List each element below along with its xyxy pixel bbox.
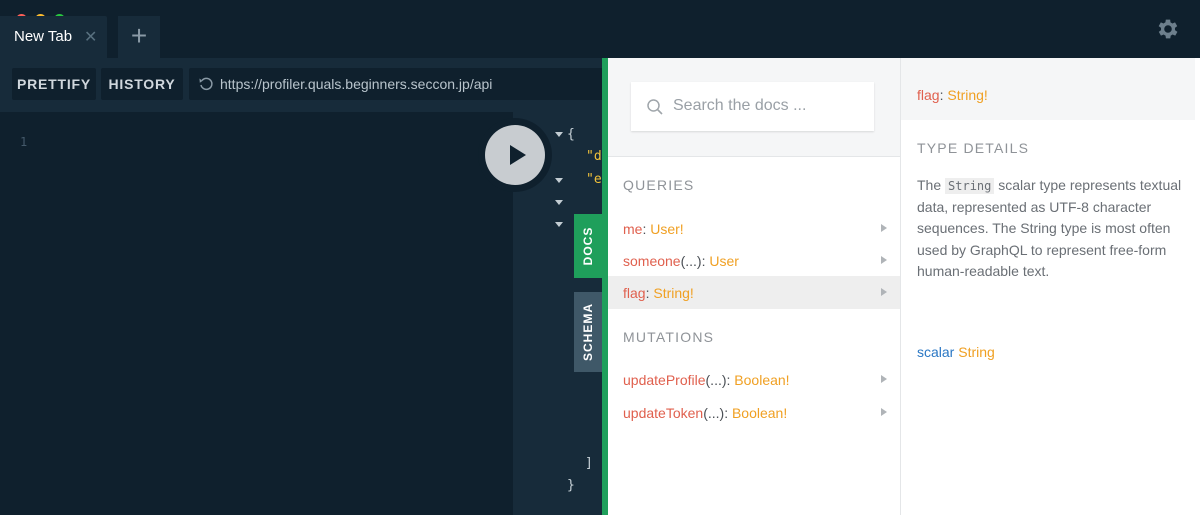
scalar-name: String bbox=[958, 344, 995, 360]
detail-field-name: flag bbox=[917, 87, 940, 103]
desc-code: String bbox=[945, 178, 995, 194]
docs-explorer: Search the docs ... QUERIES me: User! so… bbox=[608, 58, 900, 515]
list-item-query-me[interactable]: me: User! bbox=[608, 212, 900, 245]
tab-schema[interactable]: SCHEMA bbox=[574, 292, 602, 372]
field-type[interactable]: User! bbox=[650, 221, 683, 237]
chevron-right-icon bbox=[881, 256, 887, 264]
chevron-right-icon bbox=[881, 224, 887, 232]
queries-section-title: QUERIES bbox=[623, 177, 695, 193]
field-type[interactable]: String! bbox=[653, 285, 693, 301]
tab-new-tab[interactable]: New Tab ✕ bbox=[0, 16, 107, 58]
field-signature: flag: String! bbox=[623, 285, 694, 301]
gear-icon[interactable] bbox=[1155, 16, 1181, 42]
docs-search-input[interactable]: Search the docs ... bbox=[631, 82, 874, 131]
field-args: (...) bbox=[703, 405, 725, 421]
detail-breadcrumb: flag: String! bbox=[901, 58, 1195, 120]
fold-arrow-icon[interactable] bbox=[555, 132, 563, 137]
chevron-right-icon bbox=[881, 375, 887, 383]
field-signature: updateProfile(...): Boolean! bbox=[623, 372, 790, 388]
chevron-right-icon bbox=[881, 408, 887, 416]
add-tab-button[interactable]: + bbox=[118, 16, 160, 58]
field-colon: : bbox=[724, 405, 732, 421]
field-args: (...) bbox=[680, 253, 702, 269]
search-placeholder: Search the docs ... bbox=[673, 97, 807, 114]
field-type[interactable]: Boolean! bbox=[732, 405, 787, 421]
line-number: 1 bbox=[20, 135, 28, 149]
field-type[interactable]: Boolean! bbox=[734, 372, 789, 388]
endpoint-url-field[interactable]: https://profiler.quals.beginners.seccon.… bbox=[189, 68, 602, 100]
execute-query-button[interactable] bbox=[478, 118, 552, 192]
field-args: (...) bbox=[705, 372, 727, 388]
field-name[interactable]: someone bbox=[623, 253, 681, 269]
list-item-query-someone[interactable]: someone(...): User bbox=[608, 244, 900, 277]
result-line: "d bbox=[586, 149, 602, 164]
list-item-mutation-updatetoken[interactable]: updateToken(...): Boolean! bbox=[608, 396, 900, 429]
docs-search-area: Search the docs ... bbox=[608, 58, 900, 157]
field-name[interactable]: updateProfile bbox=[623, 372, 706, 388]
window-titlebar: New Tab ✕ + bbox=[0, 0, 1200, 58]
field-name[interactable]: updateToken bbox=[623, 405, 703, 421]
tab-schema-label: SCHEMA bbox=[581, 302, 595, 362]
execute-button-face bbox=[485, 125, 545, 185]
field-type[interactable]: User bbox=[709, 253, 739, 269]
field-signature: someone(...): User bbox=[623, 253, 739, 269]
field-signature: updateToken(...): Boolean! bbox=[623, 405, 787, 421]
desc-text: The bbox=[917, 177, 946, 193]
scalar-definition: scalar String bbox=[917, 344, 995, 360]
editor-toolbar: PRETTIFY HISTORY https://profiler.quals.… bbox=[0, 58, 602, 112]
history-button[interactable]: HISTORY bbox=[101, 68, 183, 100]
search-icon bbox=[647, 99, 663, 115]
fold-arrow-icon[interactable] bbox=[555, 222, 563, 227]
tab-close-icon[interactable]: ✕ bbox=[84, 27, 97, 47]
list-item-mutation-updateprofile[interactable]: updateProfile(...): Boolean! bbox=[608, 363, 900, 396]
result-line: { bbox=[567, 127, 575, 142]
type-details-title: TYPE DETAILS bbox=[917, 140, 1030, 156]
query-editor[interactable]: 1 bbox=[0, 112, 513, 515]
result-line: } bbox=[567, 478, 575, 493]
list-item-query-flag[interactable]: flag: String! bbox=[608, 276, 900, 309]
endpoint-url-text: https://profiler.quals.beginners.seccon.… bbox=[220, 76, 493, 92]
scalar-keyword: scalar bbox=[917, 344, 955, 360]
detail-field-type[interactable]: String! bbox=[947, 87, 987, 103]
tab-docs-label: DOCS bbox=[581, 226, 595, 266]
fold-arrow-icon[interactable] bbox=[555, 178, 563, 183]
field-name[interactable]: me bbox=[623, 221, 642, 237]
type-detail-panel: flag: String! TYPE DETAILS The String sc… bbox=[900, 58, 1200, 515]
reload-icon[interactable] bbox=[198, 76, 214, 92]
tab-docs[interactable]: DOCS bbox=[574, 214, 602, 278]
detail-field-signature: flag: String! bbox=[917, 87, 988, 103]
field-signature: me: User! bbox=[623, 221, 684, 237]
type-description: The String scalar type represents textua… bbox=[917, 175, 1183, 282]
tab-label: New Tab bbox=[14, 28, 73, 45]
mutations-section-title: MUTATIONS bbox=[623, 329, 715, 345]
fold-arrow-icon[interactable] bbox=[555, 200, 563, 205]
field-name[interactable]: flag bbox=[623, 285, 646, 301]
chevron-right-icon bbox=[881, 288, 887, 296]
result-line: ] bbox=[585, 456, 593, 471]
play-icon bbox=[510, 145, 526, 165]
result-line: "e bbox=[586, 172, 602, 187]
prettify-button[interactable]: PRETTIFY bbox=[12, 68, 96, 100]
